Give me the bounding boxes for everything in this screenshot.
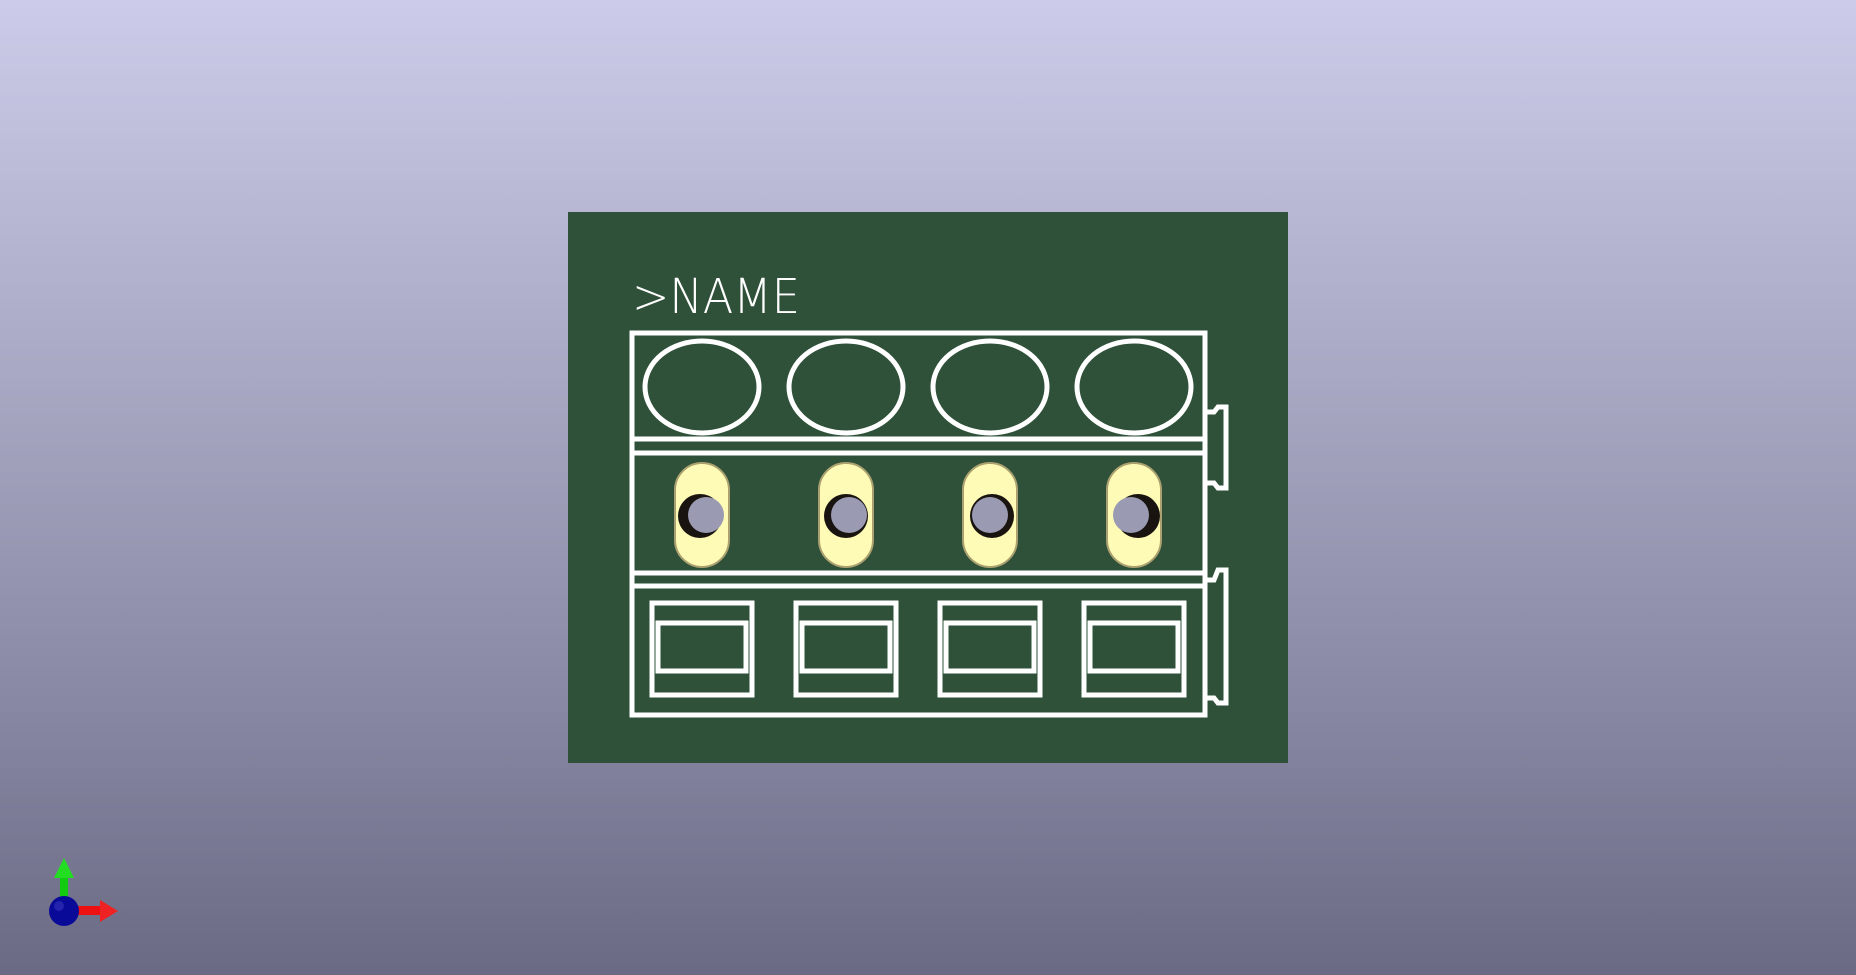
pad-2 xyxy=(818,462,874,568)
pad-4 xyxy=(1106,462,1162,568)
3d-viewport[interactable]: >NAME xyxy=(0,0,1856,975)
silkscreen-name-label: >NAME xyxy=(632,269,800,325)
pad-3 xyxy=(962,462,1018,568)
pcb-board-render[interactable]: >NAME xyxy=(0,0,1856,975)
pad-1 xyxy=(674,462,730,568)
